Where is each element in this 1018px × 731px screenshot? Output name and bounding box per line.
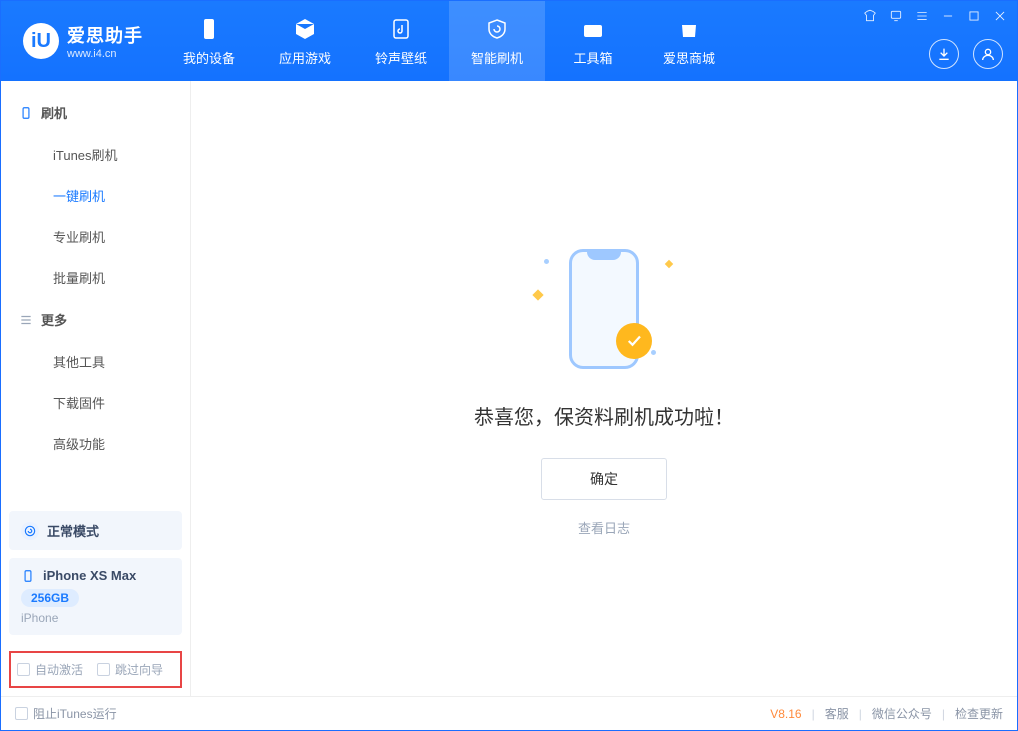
sidebar-item-advanced[interactable]: 高级功能 [1, 423, 190, 464]
mode-icon [21, 522, 39, 540]
feedback-icon[interactable] [887, 7, 905, 25]
tab-label: 工具箱 [573, 48, 612, 67]
refresh-shield-icon [484, 16, 510, 42]
menu-icon[interactable] [913, 7, 931, 25]
sidebar-item-itunes-flash[interactable]: iTunes刷机 [1, 134, 190, 175]
maximize-icon[interactable] [965, 7, 983, 25]
mode-card[interactable]: 正常模式 [9, 511, 182, 550]
sidebar-group-more: 更多 [1, 298, 190, 341]
device-type: iPhone [21, 611, 170, 625]
skin-icon[interactable] [861, 7, 879, 25]
list-icon [19, 313, 33, 327]
main-content: 恭喜您，保资料刷机成功啦！ 确定 查看日志 [191, 81, 1017, 696]
tab-label: 铃声壁纸 [375, 48, 427, 67]
device-phone-icon [21, 569, 35, 583]
group-title: 更多 [41, 310, 67, 329]
checkbox-label: 阻止iTunes运行 [33, 705, 117, 722]
group-title: 刷机 [41, 103, 67, 122]
bag-icon [676, 16, 702, 42]
tab-label: 爱思商城 [663, 48, 715, 67]
tab-my-device[interactable]: 我的设备 [161, 1, 257, 81]
app-window: iU 爱思助手 www.i4.cn 我的设备 应用游戏 铃声壁纸 智能刷机 [0, 0, 1018, 731]
app-name: 爱思助手 [67, 22, 143, 48]
view-log-link[interactable]: 查看日志 [578, 518, 630, 537]
header-tabs: 我的设备 应用游戏 铃声壁纸 智能刷机 工具箱 爱思商城 [161, 1, 737, 81]
cube-icon [292, 16, 318, 42]
device-icon [196, 16, 222, 42]
ok-button[interactable]: 确定 [541, 458, 667, 500]
sidebar: 刷机 iTunes刷机 一键刷机 专业刷机 批量刷机 更多 其他工具 下载固件 … [1, 81, 191, 696]
window-controls [861, 7, 1009, 25]
music-note-icon [388, 16, 414, 42]
device-card[interactable]: iPhone XS Max 256GB iPhone [9, 558, 182, 635]
statusbar: 阻止iTunes运行 V8.16 | 客服 | 微信公众号 | 检查更新 [1, 696, 1017, 730]
body: 刷机 iTunes刷机 一键刷机 专业刷机 批量刷机 更多 其他工具 下载固件 … [1, 81, 1017, 696]
storage-badge: 256GB [21, 589, 79, 607]
checkbox-auto-activate[interactable]: 自动激活 [17, 661, 83, 678]
checkmark-badge-icon [616, 323, 652, 359]
checkbox-icon [15, 707, 28, 720]
checkbox-skip-guide[interactable]: 跳过向导 [97, 661, 163, 678]
tab-apps-games[interactable]: 应用游戏 [257, 1, 353, 81]
link-support[interactable]: 客服 [825, 705, 849, 722]
tab-label: 应用游戏 [279, 48, 331, 67]
dot-icon [651, 350, 656, 355]
close-icon[interactable] [991, 7, 1009, 25]
sparkle-icon [665, 259, 673, 267]
toolbox-icon [580, 16, 606, 42]
link-check-update[interactable]: 检查更新 [955, 705, 1003, 722]
options-row: 自动激活 跳过向导 [9, 651, 182, 688]
version-label: V8.16 [770, 707, 801, 721]
tab-smart-flash[interactable]: 智能刷机 [449, 1, 545, 81]
phone-icon [19, 106, 33, 120]
checkbox-block-itunes[interactable]: 阻止iTunes运行 [15, 705, 117, 722]
checkbox-label: 自动激活 [35, 661, 83, 678]
success-message: 恭喜您，保资料刷机成功啦！ [474, 401, 734, 430]
tab-label: 智能刷机 [471, 48, 523, 67]
download-icon[interactable] [929, 39, 959, 69]
sidebar-item-oneclick-flash[interactable]: 一键刷机 [1, 175, 190, 216]
user-icon[interactable] [973, 39, 1003, 69]
app-url: www.i4.cn [67, 48, 143, 60]
dot-icon [544, 259, 549, 264]
link-wechat[interactable]: 微信公众号 [872, 705, 932, 722]
checkbox-icon [17, 663, 30, 676]
sparkle-icon [532, 289, 543, 300]
sidebar-item-other-tools[interactable]: 其他工具 [1, 341, 190, 382]
sidebar-item-pro-flash[interactable]: 专业刷机 [1, 216, 190, 257]
checkbox-icon [97, 663, 110, 676]
device-name: iPhone XS Max [43, 568, 136, 583]
logo-icon: iU [23, 23, 59, 59]
tab-store[interactable]: 爱思商城 [641, 1, 737, 81]
titlebar: iU 爱思助手 www.i4.cn 我的设备 应用游戏 铃声壁纸 智能刷机 [1, 1, 1017, 81]
sidebar-item-batch-flash[interactable]: 批量刷机 [1, 257, 190, 298]
sidebar-group-flash: 刷机 [1, 91, 190, 134]
tab-label: 我的设备 [183, 48, 235, 67]
checkbox-label: 跳过向导 [115, 661, 163, 678]
header-right-icons [929, 39, 1003, 69]
sidebar-item-download-firmware[interactable]: 下载固件 [1, 382, 190, 423]
mode-label: 正常模式 [47, 521, 99, 540]
tab-ringtones-wallpapers[interactable]: 铃声壁纸 [353, 1, 449, 81]
success-illustration [524, 241, 684, 381]
logo: iU 爱思助手 www.i4.cn [1, 1, 161, 81]
minimize-icon[interactable] [939, 7, 957, 25]
tab-toolbox[interactable]: 工具箱 [545, 1, 641, 81]
